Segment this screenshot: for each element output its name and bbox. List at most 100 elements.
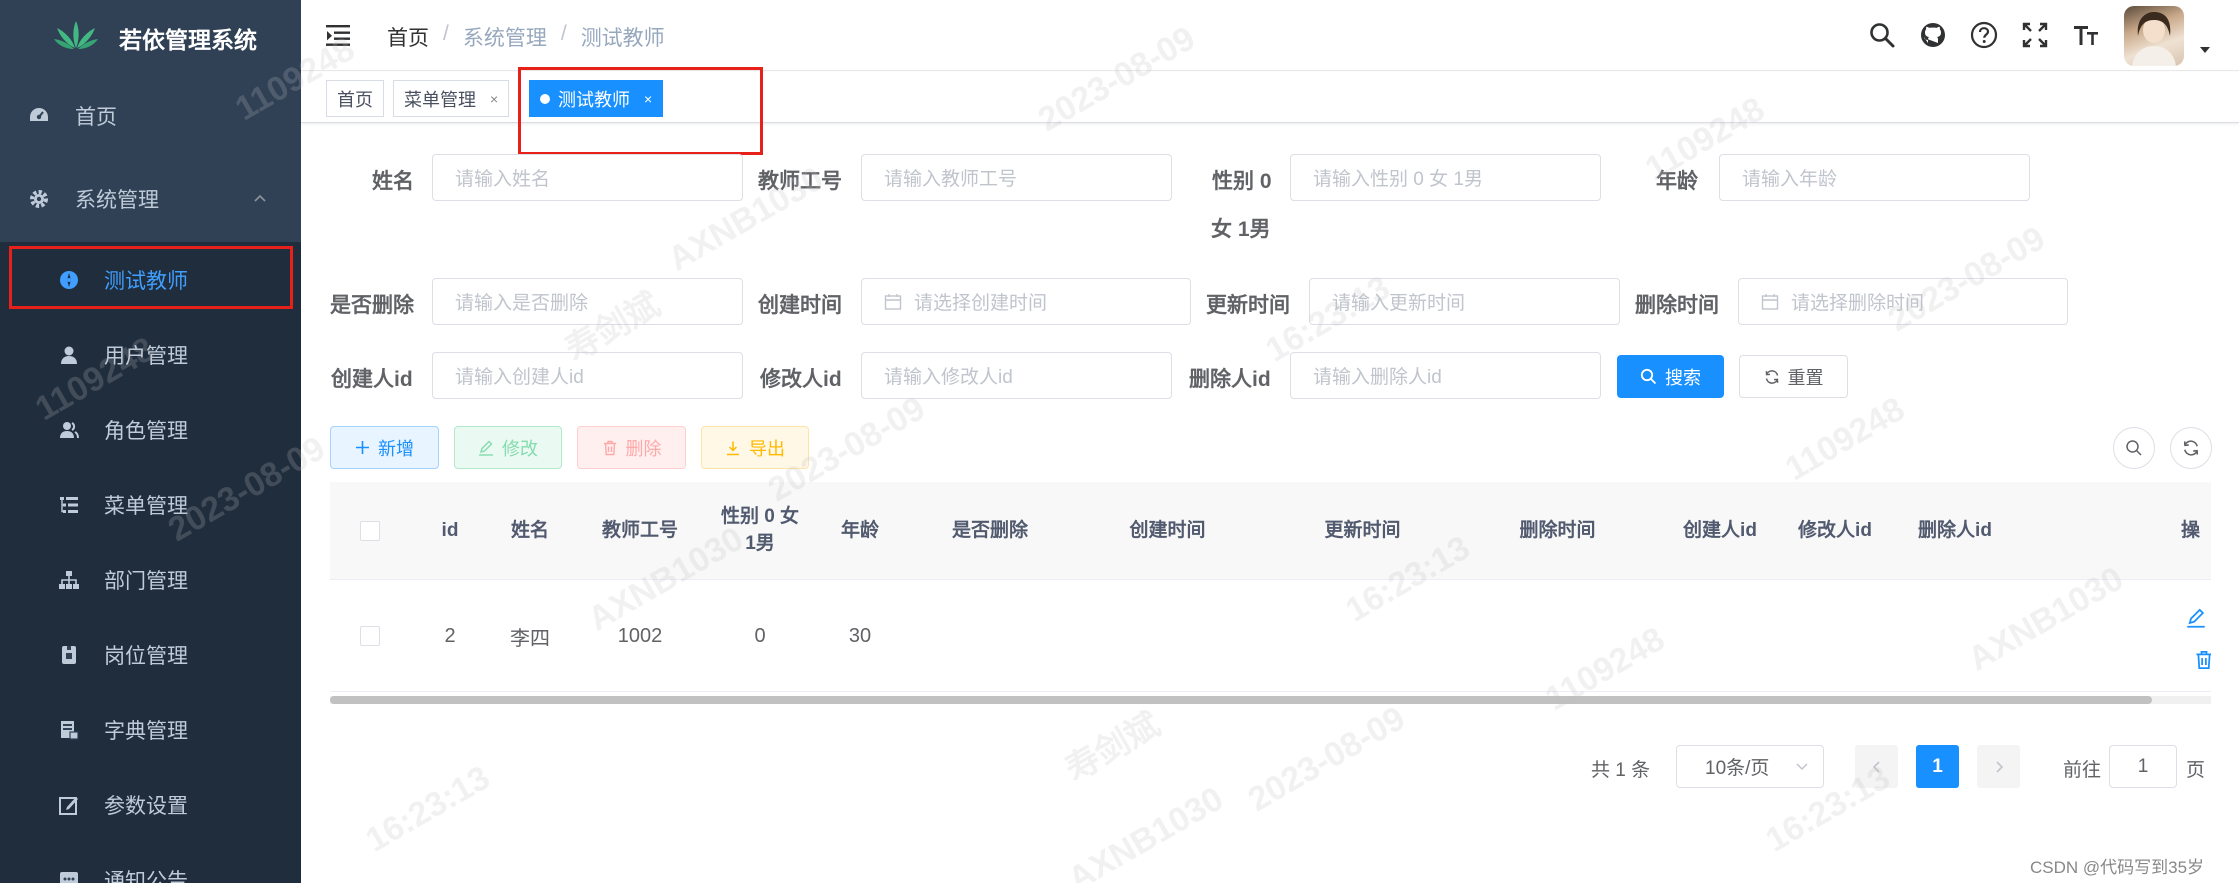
deleted-by-input[interactable]: 请输入删除人id: [1290, 352, 1601, 399]
sidebar-item-departments[interactable]: 部门管理: [0, 542, 301, 617]
breadcrumb-home[interactable]: 首页: [387, 22, 429, 52]
caret-down-icon[interactable]: [2199, 46, 2211, 54]
close-icon[interactable]: ×: [490, 91, 498, 107]
github-icon[interactable]: [1918, 20, 1948, 50]
edit-button[interactable]: 修改: [454, 426, 562, 469]
question-icon[interactable]: [1969, 20, 1999, 50]
label-created-by: 创建人id: [331, 368, 413, 391]
tag-label: 菜单管理: [404, 89, 476, 110]
header-age: 年龄: [840, 519, 879, 541]
header-is-deleted: 是否删除: [951, 519, 1028, 541]
row-delete-icon[interactable]: [2194, 650, 2211, 670]
chevron-left-icon: [1872, 760, 1880, 773]
row-select-cell[interactable]: [330, 580, 410, 692]
fullscreen-icon[interactable]: [2020, 20, 2050, 50]
cell-updated-at: [1265, 580, 1460, 692]
ruoyi-leaf-logo-icon: [54, 21, 98, 49]
page-number-button[interactable]: 1: [1916, 745, 1959, 788]
delete-button[interactable]: 删除: [577, 426, 686, 469]
toggle-search-button[interactable]: [2113, 427, 2155, 469]
user-icon: [58, 344, 80, 366]
updated-at-input[interactable]: 请输入更新时间: [1309, 278, 1620, 325]
label-is-deleted: 是否删除: [330, 294, 414, 317]
font-size-icon[interactable]: [2071, 20, 2101, 50]
goto-page-input[interactable]: 1: [2109, 745, 2177, 788]
sidebar-item-label: 首页: [75, 105, 117, 129]
deleted-at-datepicker[interactable]: 请选择删除时间: [1738, 278, 2068, 325]
export-button[interactable]: 导出: [701, 426, 809, 469]
row-edit-icon[interactable]: [2186, 608, 2206, 628]
edit-icon: [478, 440, 494, 456]
scrollbar-thumb[interactable]: [330, 696, 2152, 704]
prev-page-button[interactable]: [1855, 745, 1898, 788]
refresh-table-button[interactable]: [2170, 427, 2212, 469]
next-page-button[interactable]: [1977, 745, 2020, 788]
sidebar-item-posts[interactable]: 岗位管理: [0, 617, 301, 692]
tag-label: 首页: [337, 89, 373, 110]
page-size-select[interactable]: 10条/页: [1676, 745, 1824, 788]
row-checkbox[interactable]: [360, 626, 380, 646]
edit-button-label: 修改: [502, 438, 538, 459]
label-teacher-no: 教师工号: [758, 170, 842, 193]
sidebar-item-roles[interactable]: 角色管理: [0, 392, 301, 467]
cell-updated-by: [1775, 580, 1895, 692]
watermark-text: 寿剑斌: [1059, 705, 1167, 790]
header-deleted-at: 删除时间: [1519, 519, 1596, 541]
label-name: 姓名: [372, 170, 414, 193]
download-icon: [725, 440, 741, 456]
gender-input[interactable]: 请输入性别 0 女 1男: [1290, 154, 1601, 201]
cell-created-at: [1070, 580, 1265, 692]
table-header: id 姓名 教师工号 性别 0 女 1男 年龄 是否删除 创建时间 更新时间 删…: [330, 482, 2211, 580]
breadcrumb-system: 系统管理: [462, 27, 547, 50]
delete-button-label: 删除: [625, 438, 662, 459]
cell-name: 李四: [510, 627, 550, 650]
table-row: 2 李四 1002 0 30: [330, 580, 2211, 692]
table-horizontal-scrollbar[interactable]: [330, 696, 2211, 704]
logo[interactable]: 若依管理系统: [0, 0, 301, 72]
sidebar-item-system[interactable]: 系统管理: [0, 161, 301, 236]
header-teacher-no: 教师工号: [601, 519, 678, 541]
app-title: 若依管理系统: [119, 27, 257, 53]
page-size-value: 10条/页: [1705, 758, 1770, 779]
age-input[interactable]: 请输入年龄: [1719, 154, 2030, 201]
label-gender-line2: 女 1男: [1211, 218, 1271, 241]
label-age: 年龄: [1656, 170, 1698, 193]
tag-home[interactable]: 首页: [326, 80, 384, 117]
watermark-text: 2023-08-09: [1241, 699, 1412, 820]
breadcrumb-current: 测试教师: [580, 27, 665, 50]
header-created-at: 创建时间: [1129, 519, 1206, 541]
message-icon: [58, 869, 80, 883]
teacher-no-input[interactable]: 请输入教师工号: [861, 154, 1172, 201]
updated-by-input[interactable]: 请输入修改人id: [861, 352, 1172, 399]
add-button-label: 新增: [378, 438, 414, 459]
sidebar-item-users[interactable]: 用户管理: [0, 317, 301, 392]
sidebar-item-params[interactable]: 参数设置: [0, 767, 301, 842]
sidebar-item-notices[interactable]: 通知公告: [0, 842, 301, 883]
search-icon[interactable]: [1867, 20, 1897, 50]
goto-label: 前往: [2063, 760, 2102, 781]
sidebar-item-menus[interactable]: 菜单管理: [0, 467, 301, 542]
select-all-checkbox[interactable]: [360, 521, 380, 541]
chevron-down-icon: [1796, 763, 1808, 771]
gear-icon: [28, 188, 50, 210]
search-icon: [1640, 368, 1657, 385]
search-button[interactable]: 搜索: [1617, 355, 1724, 398]
header-select-all[interactable]: [330, 482, 410, 580]
is-deleted-input[interactable]: 请输入是否删除: [432, 278, 743, 325]
trash-icon: [602, 440, 618, 456]
created-by-input[interactable]: 请输入创建人id: [432, 352, 743, 399]
avatar[interactable]: [2124, 6, 2184, 66]
hamburger-icon[interactable]: [325, 22, 351, 48]
reset-button[interactable]: 重置: [1739, 355, 1848, 398]
header-actions: 操: [2181, 519, 2201, 541]
export-button-label: 导出: [749, 438, 785, 459]
created-at-datepicker[interactable]: 请选择创建时间: [861, 278, 1191, 325]
sidebar-item-dicts[interactable]: 字典管理: [0, 692, 301, 767]
add-button[interactable]: 新增: [330, 426, 439, 469]
header-updated-by: 修改人id: [1798, 519, 1872, 541]
tag-menu-management[interactable]: 菜单管理 ×: [393, 80, 510, 117]
sidebar-item-home[interactable]: 首页: [0, 78, 301, 153]
cell-gender: 0: [754, 624, 766, 647]
sidebar-item-label: 用户管理: [104, 344, 188, 368]
name-input[interactable]: 请输入姓名: [432, 154, 743, 201]
